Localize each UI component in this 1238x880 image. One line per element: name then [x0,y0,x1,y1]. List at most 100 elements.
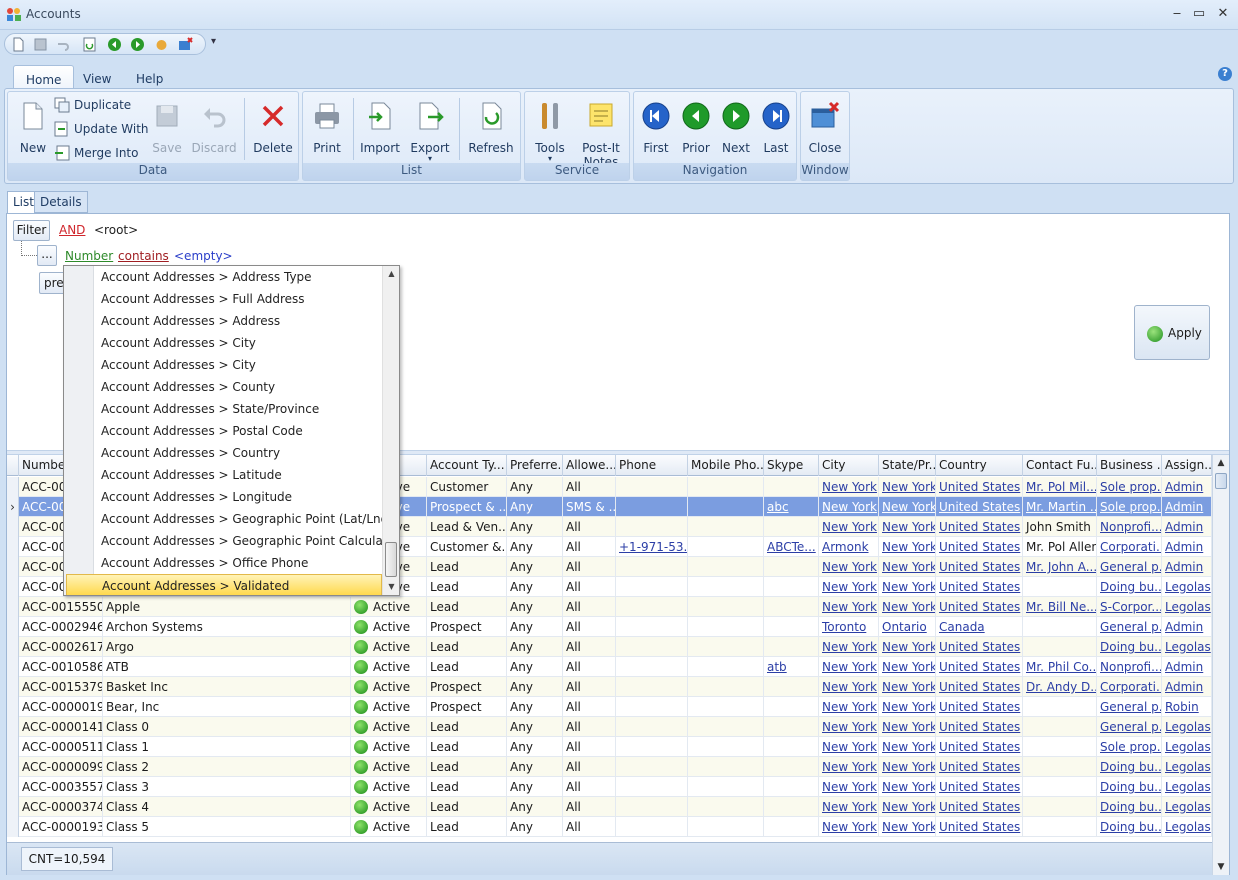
cell-city[interactable]: New York [819,777,879,797]
duplicate-button[interactable]: Duplicate [54,95,131,115]
cell-business[interactable]: Nonprofi... [1097,657,1162,677]
cell-country[interactable]: United States [936,497,1023,517]
row-indicator[interactable] [7,477,19,497]
new-icon[interactable] [11,37,26,52]
tools-button[interactable]: Tools ▾ [531,100,569,163]
dropdown-item[interactable]: Account Addresses > Country [101,442,280,464]
cell-city[interactable]: Toronto [819,617,879,637]
tab-details[interactable]: Details [34,191,88,213]
cell-assigned[interactable]: Legolas [1162,597,1212,617]
column-header-state[interactable]: State/Pr... [879,455,936,476]
table-row[interactable]: ACC-0003557 Class 3 Active Lead Any All New Yo… [7,777,1212,797]
cell-state[interactable]: New York [879,697,936,717]
filter-value[interactable]: <empty> [174,249,233,263]
undo-icon[interactable] [55,37,70,52]
cell-assigned[interactable]: Admin [1162,617,1212,637]
cell-assigned[interactable]: Admin [1162,557,1212,577]
cell-business[interactable]: Doing bu... [1097,777,1162,797]
cell-business[interactable]: General p... [1097,557,1162,577]
cell-city[interactable]: New York [819,717,879,737]
row-indicator[interactable] [7,557,19,577]
table-row[interactable]: ACC-0015379 Basket Inc Active Prospect Any Al… [7,677,1212,697]
cell-state[interactable]: New York [879,517,936,537]
column-header-business[interactable]: Business ... [1097,455,1162,476]
table-row[interactable]: ACC-0000374 Class 4 Active Lead Any All New Yo… [7,797,1212,817]
cell-city[interactable]: New York [819,817,879,837]
cell-assigned[interactable]: Admin [1162,677,1212,697]
table-row[interactable]: ACC-0015550 Apple Active Lead Any All New York… [7,597,1212,617]
cell-state[interactable]: New York [879,637,936,657]
cell-state[interactable]: Ontario [879,617,936,637]
post-it-notes-button[interactable]: Post-It Notes [577,100,625,169]
column-header-contact[interactable]: Contact Fu... [1023,455,1097,476]
table-row[interactable]: ACC-0000193 Class 5 Active Lead Any All New Yo… [7,817,1212,837]
cell-assigned[interactable]: Admin [1162,477,1212,497]
dropdown-item[interactable]: Account Addresses > Geographic Point Cal… [101,530,399,552]
cell-business[interactable]: General p... [1097,717,1162,737]
customize-qat-icon[interactable]: ▾ [211,36,216,47]
table-row[interactable]: ACC-0010586 ATB Active Lead Any All atb New Yor… [7,657,1212,677]
cell-business[interactable]: Doing bu... [1097,757,1162,777]
export-button[interactable]: Export ▾ [409,100,451,163]
dropdown-item[interactable]: Account Addresses > Postal Code [101,420,303,442]
cell-assigned[interactable]: Legolas [1162,737,1212,757]
delete-button[interactable]: Delete [252,100,294,155]
cell-state[interactable]: New York [879,797,936,817]
cell-country[interactable]: United States [936,517,1023,537]
cell-business[interactable]: General p... [1097,617,1162,637]
cell-contact[interactable]: Mr. Pol Allen [1023,537,1097,557]
dropdown-scrollbar[interactable]: ▲ ▼ [382,266,399,595]
cell-country[interactable]: United States [936,797,1023,817]
grid-vertical-scrollbar[interactable]: ▲ ▼ [1212,455,1229,875]
help-icon[interactable]: ? [1218,67,1232,81]
row-indicator[interactable] [7,757,19,777]
apply-button[interactable]: Apply [1134,305,1210,360]
row-indicator[interactable] [7,737,19,757]
cell-city[interactable]: New York [819,477,879,497]
cell-country[interactable]: United States [936,537,1023,557]
filter-button[interactable]: Filter [13,220,50,241]
dropdown-item[interactable]: Account Addresses > City [101,332,256,354]
row-indicator[interactable] [7,637,19,657]
cell-state[interactable]: New York [879,717,936,737]
cell-business[interactable]: Sole prop... [1097,497,1162,517]
cell-business[interactable]: Sole prop... [1097,477,1162,497]
discard-button[interactable]: Discard [190,100,238,155]
cell-state[interactable]: New York [879,757,936,777]
cell-assigned[interactable]: Admin [1162,657,1212,677]
cell-country[interactable]: Canada [936,617,1023,637]
filter-operator[interactable]: contains [118,249,169,263]
row-indicator[interactable] [7,817,19,837]
refresh-icon[interactable] [82,37,97,52]
row-indicator[interactable] [7,697,19,717]
column-header-preferred[interactable]: Preferre... [507,455,563,476]
table-row[interactable]: ACC-0002617 Argo Active Lead Any All New York N… [7,637,1212,657]
tools-icon[interactable] [154,37,169,52]
cell-city[interactable]: New York [819,757,879,777]
cell-state[interactable]: New York [879,597,936,617]
row-indicator[interactable] [7,677,19,697]
cell-country[interactable]: United States [936,777,1023,797]
cell-skype[interactable]: atb [764,657,819,677]
cell-state[interactable]: New York [879,497,936,517]
cell-assigned[interactable]: Legolas [1162,637,1212,657]
cell-business[interactable]: Nonprofi... [1097,517,1162,537]
prior-icon[interactable] [107,37,122,52]
cell-assigned[interactable]: Legolas [1162,817,1212,837]
cell-business[interactable]: Corporati... [1097,537,1162,557]
first-button[interactable]: First [638,100,674,155]
tab-view[interactable]: View [71,65,123,89]
cell-country[interactable]: United States [936,737,1023,757]
cell-contact[interactable]: Mr. Pol Mil... [1023,477,1097,497]
close-button[interactable]: Close [805,100,845,155]
minimize-button[interactable]: ‒ [1167,6,1187,22]
cell-assigned[interactable]: Legolas [1162,757,1212,777]
cell-business[interactable]: S-Corpor... [1097,597,1162,617]
next-button[interactable]: Next [718,100,754,155]
cell-city[interactable]: New York [819,577,879,597]
tab-help[interactable]: Help [124,65,175,89]
cell-country[interactable]: United States [936,677,1023,697]
scroll-thumb[interactable] [1215,473,1227,489]
update-with-button[interactable]: Update With [54,119,149,139]
cell-state[interactable]: New York [879,657,936,677]
